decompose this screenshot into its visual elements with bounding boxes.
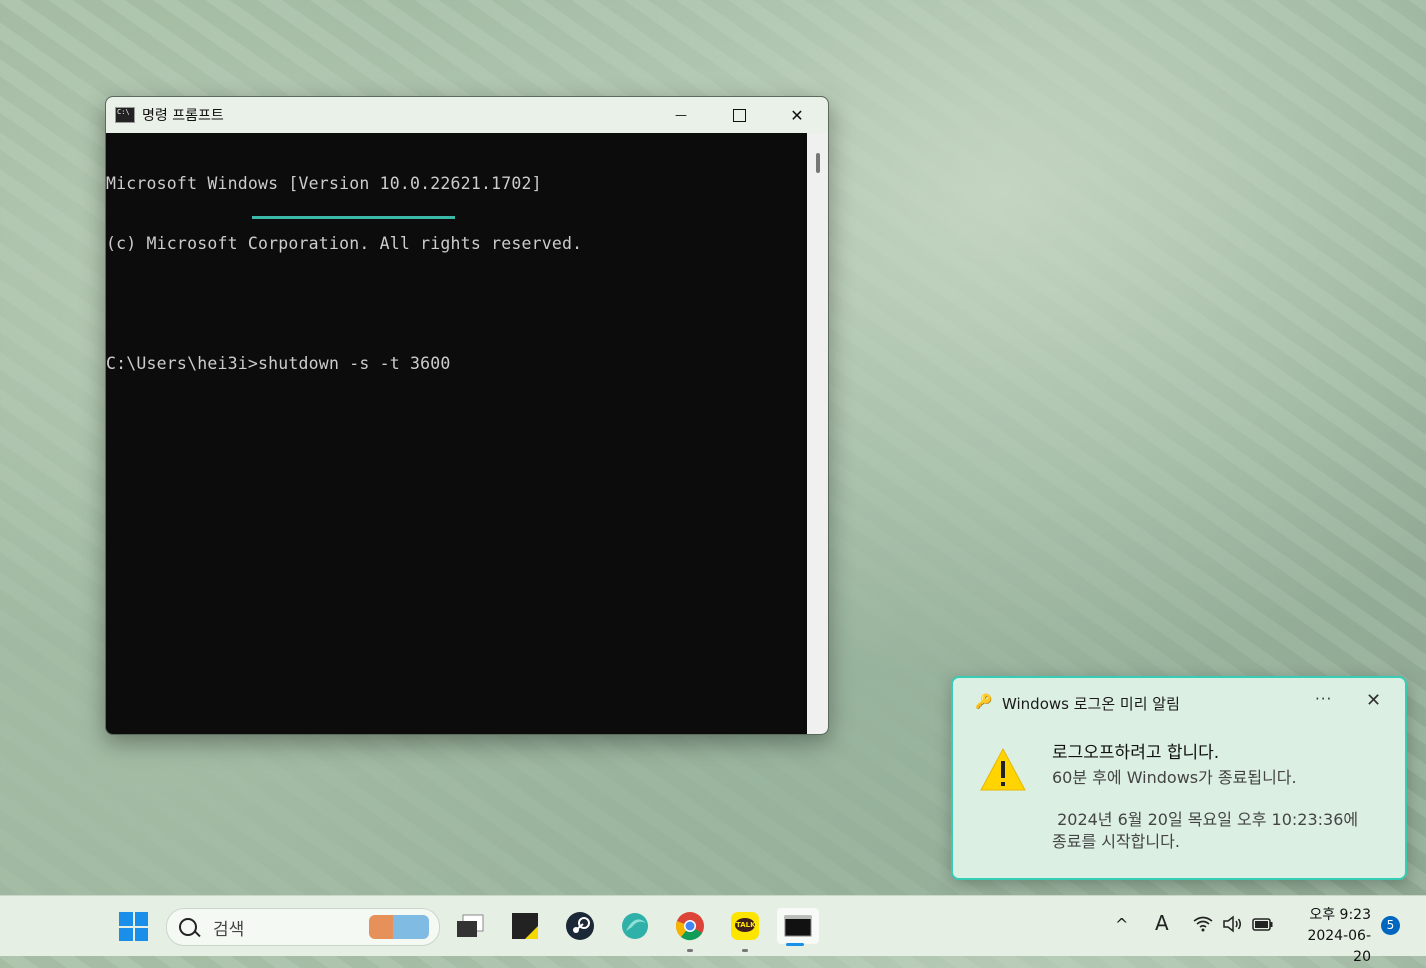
search-placeholder: 검색	[213, 919, 245, 940]
notification-title: 로그오프하려고 합니다.	[1052, 743, 1220, 763]
ime-icon[interactable]: A	[1155, 911, 1169, 935]
search-highlight-image	[369, 915, 429, 939]
show-hidden-icons-chevron-icon[interactable]: ^	[1115, 915, 1128, 934]
steam-icon[interactable]	[562, 908, 598, 944]
titlebar[interactable]: 명령 프롬프트 — ✕	[106, 97, 828, 133]
running-indicator	[742, 949, 748, 952]
kakaotalk-label: TALK	[736, 921, 756, 929]
notification-close-icon[interactable]: ✕	[1366, 690, 1381, 711]
maximize-button[interactable]	[710, 97, 768, 133]
kakaotalk-icon[interactable]: TALK	[727, 908, 763, 952]
more-options-icon[interactable]: ···	[1315, 690, 1332, 708]
search-box[interactable]: 검색	[166, 908, 440, 946]
notification-detail: 2024년 6월 20일 목요일 오후 10:23:36에 종료를 시작합니다.	[1052, 810, 1359, 851]
logoff-notification[interactable]: 🔑 Windows 로그온 미리 알림 ··· ✕ 로그오프하려고 합니다. 6…	[951, 676, 1407, 880]
console-output[interactable]: Microsoft Windows [Version 10.0.22621.17…	[106, 133, 806, 734]
chrome-icon[interactable]	[672, 908, 708, 952]
search-icon	[179, 918, 197, 936]
battery-icon[interactable]	[1252, 916, 1274, 932]
taskbar: 검색 TALK ^ A 오후 9:23 2024-06-20 5	[0, 895, 1426, 965]
command-highlight	[252, 216, 455, 219]
console-line: (c) Microsoft Corporation. All rights re…	[106, 234, 583, 253]
active-indicator	[786, 943, 804, 946]
task-view-icon[interactable]	[452, 908, 488, 944]
console-line: Microsoft Windows [Version 10.0.22621.17…	[106, 174, 542, 193]
cmd-app-icon	[115, 107, 135, 123]
warning-icon	[980, 747, 1026, 791]
taskbar-clock[interactable]: 오후 9:23 2024-06-20	[1293, 905, 1371, 968]
volume-icon[interactable]	[1222, 915, 1242, 933]
notification-count-badge[interactable]: 5	[1381, 916, 1400, 935]
minimize-icon: —	[675, 108, 687, 122]
close-icon: ✕	[790, 105, 804, 125]
minimize-button[interactable]: —	[652, 97, 710, 133]
notification-body: 60분 후에 Windows가 종료됩니다.	[1052, 768, 1297, 787]
close-button[interactable]: ✕	[768, 97, 826, 133]
running-indicator	[687, 949, 693, 952]
sticky-notes-icon[interactable]	[507, 908, 543, 944]
keys-icon: 🔑	[975, 694, 993, 710]
clock-date: 2024-06-20	[1307, 928, 1371, 965]
windows-start-icon[interactable]	[119, 912, 148, 941]
window-title: 명령 프롬프트	[142, 108, 224, 124]
wifi-icon[interactable]	[1193, 916, 1213, 932]
notification-app-name: Windows 로그온 미리 알림	[1002, 695, 1180, 713]
clock-time: 오후 9:23	[1309, 907, 1371, 923]
vertical-scrollbar[interactable]	[807, 133, 828, 734]
cmd-window: 명령 프롬프트 — ✕ Microsoft Windows [Version 1…	[105, 96, 829, 735]
maximize-icon	[732, 108, 746, 122]
browser-app-icon[interactable]	[617, 908, 653, 944]
scroll-thumb[interactable]	[816, 153, 820, 173]
command-prompt-taskbar-icon[interactable]	[777, 908, 819, 946]
console-prompt-line: C:\Users\hei3i>shutdown -s -t 3600	[106, 354, 451, 373]
